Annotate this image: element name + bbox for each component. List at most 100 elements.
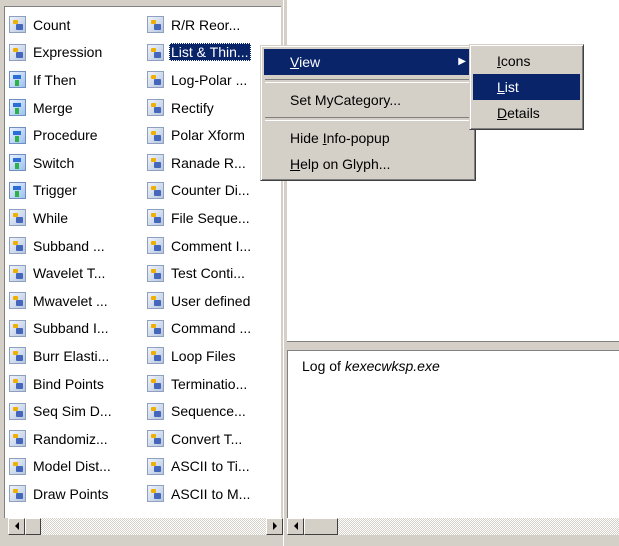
glyph-icon <box>9 264 26 282</box>
glyph-icon <box>147 99 164 117</box>
glyph-item-label: Seq Sim D... <box>33 403 112 420</box>
glyph-icon <box>9 292 26 310</box>
control-glyph-icon <box>9 71 26 89</box>
glyph-list-item[interactable]: Log-Polar ... <box>147 66 253 94</box>
glyph-item-label: Expression <box>33 44 103 61</box>
scroll-track[interactable] <box>41 518 266 535</box>
glyph-item-label: Merge <box>33 99 73 116</box>
glyph-list-item[interactable]: Burr Elasti... <box>9 342 114 370</box>
log-scroll-track[interactable] <box>338 518 619 535</box>
glyph-list-item[interactable]: Convert T... <box>147 425 253 453</box>
glyph-item-label: While <box>33 209 69 226</box>
menu-item-help-on-glyph[interactable]: Help on Glyph... <box>264 151 472 177</box>
glyph-icon <box>147 319 164 337</box>
glyph-item-label: User defined <box>171 292 251 309</box>
glyph-list-item[interactable]: Subband I... <box>9 315 114 343</box>
arrow-left-icon <box>15 522 19 530</box>
menu-item-list[interactable]: List <box>473 74 580 100</box>
glyph-icon <box>9 43 26 61</box>
glyph-list-item[interactable]: Sequence... <box>147 397 253 425</box>
glyph-list-item[interactable]: Trigger <box>9 177 114 205</box>
glyph-icon <box>9 209 26 227</box>
glyph-icon <box>147 402 164 420</box>
view-submenu: Icons List Details <box>469 44 584 130</box>
log-horizontal-scrollbar[interactable] <box>287 518 619 535</box>
glyph-icon <box>147 181 164 199</box>
arrow-left-icon <box>294 522 298 530</box>
glyph-list-item[interactable]: If Then <box>9 66 114 94</box>
glyph-list-item[interactable]: Merge <box>9 94 114 122</box>
glyph-list-item[interactable]: Draw Points <box>9 480 114 508</box>
glyph-icon <box>147 485 164 503</box>
glyph-icon <box>147 375 164 393</box>
glyph-list-item[interactable]: Count <box>9 11 114 39</box>
glyph-item-label: Test Conti... <box>171 265 245 282</box>
menu-item-icons[interactable]: Icons <box>473 48 580 74</box>
glyph-list-item[interactable]: Rectify <box>147 94 253 122</box>
glyph-icon <box>147 237 164 255</box>
glyph-icon <box>147 457 164 475</box>
glyph-list-item[interactable]: File Seque... <box>147 204 253 232</box>
glyph-icon <box>9 402 26 420</box>
glyph-list-item[interactable]: Randomiz... <box>9 425 114 453</box>
glyph-icon <box>9 16 26 34</box>
glyph-list-item[interactable]: Model Dist... <box>9 453 114 481</box>
glyph-list-item[interactable]: List & Thin... <box>147 39 253 67</box>
glyph-item-label: File Seque... <box>171 209 250 226</box>
control-glyph-icon <box>9 154 26 172</box>
glyph-list-item[interactable]: Comment I... <box>147 232 253 260</box>
scroll-right-button[interactable] <box>266 518 283 535</box>
horizontal-splitter[interactable] <box>287 341 619 350</box>
log-scroll-left-button[interactable] <box>287 518 304 535</box>
menu-item-details[interactable]: Details <box>473 100 580 126</box>
glyph-list-item[interactable]: Procedure <box>9 121 114 149</box>
submenu-arrow-icon: ▶ <box>458 56 466 67</box>
menu-item-hide-info-popup[interactable]: Hide Info-popup <box>264 125 472 151</box>
glyph-icon <box>147 292 164 310</box>
glyph-list-item[interactable]: Seq Sim D... <box>9 397 114 425</box>
glyph-list-item[interactable]: User defined <box>147 287 253 315</box>
glyph-list-horizontal-scrollbar[interactable] <box>8 518 283 535</box>
glyph-list-item[interactable]: Bind Points <box>9 370 114 398</box>
glyph-list-item[interactable]: ASCII to Ti... <box>147 453 253 481</box>
glyph-item-label: Convert T... <box>171 430 243 447</box>
glyph-item-label: Subband I... <box>33 320 109 337</box>
glyph-item-label: Switch <box>33 154 75 171</box>
scroll-left-button[interactable] <box>8 518 25 535</box>
glyph-item-label: Randomiz... <box>33 430 108 447</box>
scroll-thumb[interactable] <box>25 518 41 535</box>
glyph-list-item[interactable]: Command ... <box>147 315 253 343</box>
menu-item-view[interactable]: View ▶ <box>264 49 472 75</box>
glyph-list-item[interactable]: R/R Reor... <box>147 11 253 39</box>
menu-item-set-category[interactable]: Set MyCategory... <box>264 87 472 113</box>
glyph-list-item[interactable]: Test Conti... <box>147 259 253 287</box>
glyph-icon <box>147 16 164 34</box>
glyph-item-label: R/R Reor... <box>171 16 241 33</box>
glyph-list-panel: Count Expression If Then Merge Procedure Swit… <box>4 0 283 546</box>
glyph-icon <box>147 43 164 61</box>
log-scroll-thumb[interactable] <box>304 518 338 535</box>
glyph-list-item[interactable]: Terminatio... <box>147 370 253 398</box>
glyph-icon <box>147 154 164 172</box>
glyph-list-item[interactable]: Subband ... <box>9 232 114 260</box>
glyph-list-item[interactable]: Expression <box>9 39 114 67</box>
glyph-list-item[interactable]: While <box>9 204 114 232</box>
glyph-context-menu: View ▶ Set MyCategory... Hide Info-popup… <box>260 45 476 181</box>
glyph-list-item[interactable]: Loop Files <box>147 342 253 370</box>
arrow-right-icon <box>273 522 277 530</box>
menu-separator <box>265 117 471 121</box>
glyph-icon <box>147 209 164 227</box>
glyph-list-item[interactable]: ASCII to M... <box>147 480 253 508</box>
glyph-list-item[interactable]: Wavelet T... <box>9 259 114 287</box>
glyph-list-item[interactable]: Mwavelet ... <box>9 287 114 315</box>
log-filename: kexecwksp.exe <box>344 358 440 374</box>
glyph-list-item[interactable]: Switch <box>9 149 114 177</box>
glyph-list-item[interactable]: Ranade R... <box>147 149 253 177</box>
glyph-icon <box>147 347 164 365</box>
glyph-list-item[interactable]: Counter Di... <box>147 177 253 205</box>
glyph-icon <box>9 319 26 337</box>
glyph-item-label: Log-Polar ... <box>171 71 248 88</box>
glyph-icon <box>9 485 26 503</box>
control-glyph-icon <box>9 99 26 117</box>
glyph-list-item[interactable]: Polar Xform <box>147 121 253 149</box>
